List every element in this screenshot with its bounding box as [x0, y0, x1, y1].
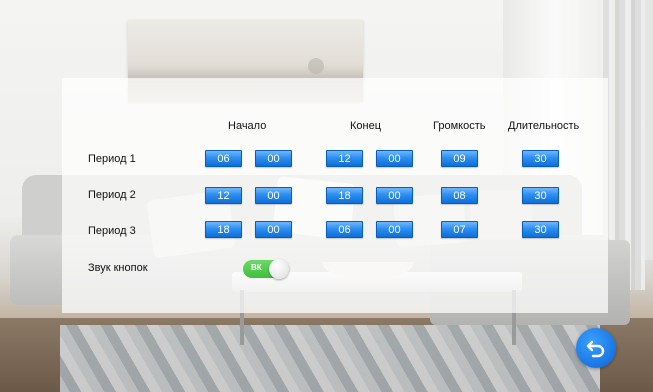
period-2-end-minute[interactable]: 00 [376, 187, 413, 204]
back-arrow-icon [586, 340, 605, 358]
key-sound-toggle[interactable]: ВК [243, 259, 289, 279]
column-start-header: Начало [228, 120, 267, 132]
period-1-end-hour[interactable]: 12 [326, 150, 363, 167]
period-1-volume[interactable]: 09 [441, 150, 478, 167]
period-1-label: Период 1 [88, 153, 136, 165]
period-1-duration[interactable]: 30 [522, 150, 559, 167]
period-3-duration[interactable]: 30 [522, 221, 559, 238]
period-2-label: Период 2 [88, 189, 136, 201]
period-3-end-minute[interactable]: 00 [376, 221, 413, 238]
period-2-volume[interactable]: 08 [441, 187, 478, 204]
toggle-text: ВК [251, 263, 262, 272]
key-sound-label: Звук кнопок [88, 262, 148, 274]
column-duration-header: Длительность [508, 120, 580, 132]
column-volume-header: Громкость [433, 120, 486, 132]
period-1-start-minute[interactable]: 00 [255, 150, 292, 167]
column-end-header: Конец [350, 120, 382, 132]
period-3-volume[interactable]: 07 [441, 221, 478, 238]
period-1-end-minute[interactable]: 00 [376, 150, 413, 167]
period-1-start-hour[interactable]: 06 [205, 150, 242, 167]
rug [60, 325, 600, 392]
period-2-end-hour[interactable]: 18 [326, 187, 363, 204]
period-3-end-hour[interactable]: 06 [326, 221, 363, 238]
period-2-start-hour[interactable]: 12 [205, 187, 242, 204]
back-button[interactable] [576, 328, 616, 368]
toggle-knob [269, 259, 289, 279]
period-2-duration[interactable]: 30 [522, 187, 559, 204]
period-3-label: Период 3 [88, 225, 136, 237]
period-2-start-minute[interactable]: 00 [255, 187, 292, 204]
period-3-start-minute[interactable]: 00 [255, 221, 292, 238]
period-3-start-hour[interactable]: 18 [205, 221, 242, 238]
